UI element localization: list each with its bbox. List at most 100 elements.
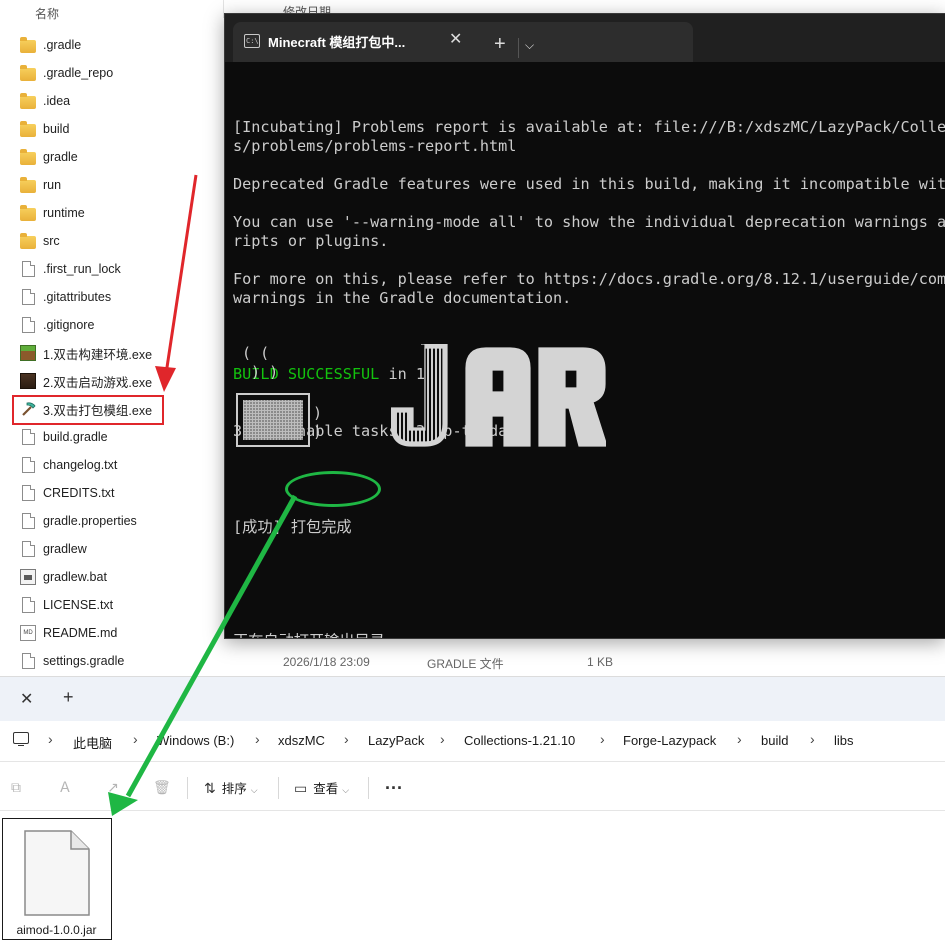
- svg-text:): ): [313, 404, 322, 422]
- terminal-log-lines: [Incubating] Problems report is availabl…: [233, 118, 945, 327]
- breadcrumb-item[interactable]: 此电脑: [73, 733, 112, 752]
- breadcrumb-separator-icon: ›: [344, 731, 349, 747]
- terminal-line: For more on this, please refer to https:…: [233, 270, 945, 288]
- jar-file-name: aimod-1.0.0.jar: [16, 923, 97, 937]
- terminal-tab[interactable]: C:\ Minecraft 模组打包中... ✕ + ⌵: [233, 22, 693, 62]
- file-icon: [22, 317, 35, 333]
- file-row[interactable]: CREDITS.txt: [20, 482, 115, 504]
- file-icon: [22, 429, 35, 445]
- toolbar-separator: [278, 777, 279, 799]
- address-bar[interactable]: › 此电脑 › Windows (B:) › xdszMC › LazyPack › Collec…: [0, 722, 945, 762]
- chevron-down-icon: ⌵: [250, 785, 258, 795]
- view-label: 查看: [313, 782, 339, 796]
- more-options-button[interactable]: ...: [385, 773, 403, 794]
- terminal-window[interactable]: C:\ Minecraft 模组打包中... ✕ + ⌵ [Incubating…: [224, 13, 945, 639]
- file-row[interactable]: .first_run_lock: [20, 258, 121, 280]
- terminal-line: s/problems/problems-report.html: [233, 137, 517, 155]
- rename-icon[interactable]: Ａ: [57, 779, 73, 795]
- breadcrumb-separator-icon: ›: [600, 731, 605, 747]
- sort-button[interactable]: ⇅ 排序 ⌵: [204, 778, 258, 797]
- file-row[interactable]: settings.gradle: [20, 650, 124, 672]
- jar-ascii-logo: [391, 344, 606, 447]
- sort-icon: ⇅: [204, 780, 216, 796]
- view-icon: ▭: [294, 780, 308, 796]
- settings-gradle-modified: 2026/1/18 23:09: [283, 655, 370, 669]
- libs-explorer-window: ✕ + › 此电脑 › Windows (B:) › xdszMC › LazyPack › Co…: [0, 676, 945, 945]
- terminal-line: [Incubating] Problems report is availabl…: [233, 118, 945, 136]
- file-row[interactable]: .gradle_repo: [20, 62, 113, 84]
- file-name: .gitattributes: [43, 290, 112, 304]
- breadcrumb-item[interactable]: Forge-Lazypack: [623, 733, 716, 748]
- file-name: gradle: [43, 150, 78, 164]
- computer-icon: [13, 732, 29, 746]
- file-row[interactable]: .gitattributes: [20, 286, 111, 308]
- success-message: 打包完成: [281, 518, 352, 536]
- breadcrumb-separator-icon: ›: [810, 731, 815, 747]
- terminal-tab-title: Minecraft 模组打包中...: [268, 35, 406, 50]
- file-name: changelog.txt: [43, 458, 118, 472]
- file-row[interactable]: runtime: [20, 202, 85, 224]
- breadcrumb-item[interactable]: Windows (B:): [157, 733, 234, 748]
- file-row[interactable]: build: [20, 118, 69, 140]
- file-name: .gradle_repo: [43, 66, 114, 80]
- share-icon[interactable]: ↗: [105, 779, 121, 795]
- file-row[interactable]: run: [20, 174, 61, 196]
- file-name: build: [43, 122, 70, 136]
- file-row[interactable]: .idea: [20, 90, 70, 112]
- file-icon: [22, 653, 35, 669]
- file-row[interactable]: gradlew.bat: [20, 566, 107, 588]
- file-name: run: [43, 178, 62, 192]
- file-row[interactable]: gradlew: [20, 538, 87, 560]
- folder-icon: [20, 176, 36, 193]
- markdown-file-icon: MD: [20, 625, 36, 641]
- file-row[interactable]: src: [20, 230, 60, 252]
- breadcrumb-separator-icon: ›: [48, 731, 53, 747]
- toolbar-separator: [187, 777, 188, 799]
- view-button[interactable]: ▭ 查看 ⌵: [294, 778, 349, 797]
- terminal-line: ripts or plugins.: [233, 232, 389, 250]
- coffee-cup-icon: ) ): [236, 393, 322, 447]
- file-row[interactable]: build.gradle: [20, 426, 108, 448]
- file-row[interactable]: MD README.md: [20, 622, 117, 644]
- file-icon: [22, 513, 35, 529]
- copy-icon[interactable]: ⧉: [8, 779, 24, 795]
- file-row[interactable]: gradle: [20, 146, 78, 168]
- tab-divider: [518, 38, 519, 58]
- file-row[interactable]: .gitignore: [20, 314, 94, 336]
- file-name: .first_run_lock: [43, 262, 121, 276]
- file-name: 2.双击启动游戏.exe: [43, 375, 153, 390]
- new-tab-icon[interactable]: +: [494, 34, 506, 54]
- breadcrumb-item[interactable]: build: [761, 733, 788, 748]
- jar-file-item[interactable]: aimod-1.0.0.jar: [2, 818, 112, 940]
- close-icon[interactable]: ✕: [20, 689, 33, 709]
- folder-icon: [20, 204, 36, 221]
- delete-icon[interactable]: 🗑: [153, 779, 171, 795]
- file-row[interactable]: gradle.properties: [20, 510, 137, 532]
- file-name: .gitignore: [43, 318, 95, 332]
- file-row[interactable]: changelog.txt: [20, 454, 117, 476]
- breadcrumb-item[interactable]: LazyPack: [368, 733, 424, 748]
- terminal-line: You can use '--warning-mode all' to show…: [233, 213, 945, 231]
- terminal-line: 正在自动打开输出目录...: [233, 632, 937, 638]
- file-row[interactable]: 2.双击启动游戏.exe: [20, 370, 152, 392]
- new-tab-icon[interactable]: +: [63, 687, 74, 708]
- success-line: [成功] 打包完成: [233, 518, 937, 537]
- chevron-down-icon: ⌵: [342, 785, 350, 795]
- file-row[interactable]: 1.双击构建环境.exe: [20, 342, 152, 364]
- column-header-name[interactable]: 名称: [35, 5, 59, 27]
- file-name: LICENSE.txt: [43, 598, 114, 612]
- close-tab-icon[interactable]: ✕: [449, 29, 462, 49]
- file-row[interactable]: .gradle: [20, 34, 81, 56]
- breadcrumb-item[interactable]: Collections-1.21.10: [464, 733, 575, 748]
- file-row[interactable]: LICENSE.txt: [20, 594, 113, 616]
- chevron-down-icon[interactable]: ⌵: [525, 38, 534, 53]
- terminal-line: Deprecated Gradle features were used in …: [233, 175, 945, 193]
- breadcrumb-item[interactable]: libs: [834, 733, 854, 748]
- folder-icon: [20, 232, 36, 249]
- breadcrumb-separator-icon: ›: [133, 731, 138, 747]
- file-name: CREDITS.txt: [43, 486, 115, 500]
- breadcrumb-item[interactable]: xdszMC: [278, 733, 325, 748]
